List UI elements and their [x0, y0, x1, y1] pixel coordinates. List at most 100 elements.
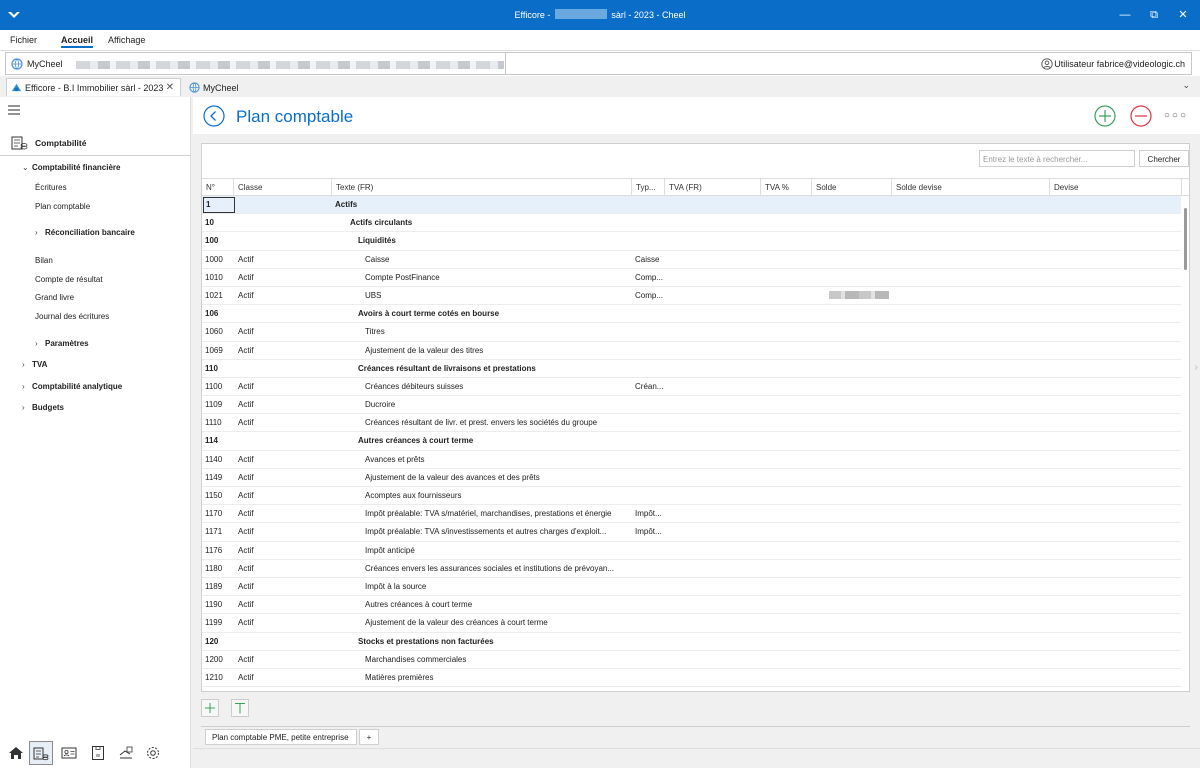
account-number: 1110	[205, 418, 222, 428]
menu-fichier[interactable]: Fichier	[10, 35, 37, 45]
sidebar-section-comptabilite[interactable]: Comptabilité	[10, 133, 86, 153]
table-row[interactable]: 1100 Actif Créances débiteurs suisses Créan…	[202, 378, 1181, 397]
group-row[interactable]: 106 Avoirs à court terme cotés en bourse	[202, 305, 1181, 324]
vertical-scrollbar[interactable]	[1184, 208, 1187, 270]
column-header[interactable]: N°	[202, 179, 234, 196]
table-row[interactable]: 1176 Actif Impôt anticipé	[202, 542, 1181, 560]
column-header[interactable]: Solde devise	[892, 179, 1050, 196]
add-account-icon[interactable]	[1094, 105, 1116, 127]
table-row[interactable]: 1010 Actif Compte PostFinance Comp...	[202, 269, 1181, 287]
chevron-right-icon: ›	[35, 339, 38, 348]
sidebar-item[interactable]: › TVA	[22, 360, 47, 369]
close-icon[interactable]: ✕	[1168, 6, 1198, 24]
document-icon[interactable]	[86, 741, 110, 765]
sidebar-item[interactable]: Grand livre	[35, 293, 74, 302]
table-row[interactable]: 1189 Actif Impôt à la source	[202, 578, 1181, 597]
assets-icon[interactable]	[114, 741, 138, 765]
table-row[interactable]: 1021 Actif UBS Comp...	[202, 287, 1181, 306]
home-icon[interactable]	[4, 741, 28, 765]
add-sheet-button[interactable]: +	[359, 729, 379, 745]
group-row[interactable]: 120 Stocks et prestations non facturées	[202, 633, 1181, 651]
sidebar-item[interactable]: Écritures	[35, 183, 67, 192]
table-row[interactable]: 1190 Actif Autres créances à court terme	[202, 596, 1181, 615]
column-header[interactable]: TVA (FR)	[665, 179, 761, 196]
sidebar-item-label: Bilan	[35, 256, 53, 265]
account-type: Comp...	[635, 290, 664, 300]
group-row[interactable]: 1 Actifs	[202, 196, 1181, 215]
table-row[interactable]: 1180 Actif Créances envers les assurances …	[202, 560, 1181, 578]
tab-efficore[interactable]: Efficore - B.I Immobilier sàrl - 2023 ✕	[6, 78, 181, 96]
account-text: Liquidités	[358, 236, 396, 246]
table-row[interactable]: 1109 Actif Ducroire	[202, 396, 1181, 415]
column-header[interactable]: TVA %	[761, 179, 812, 196]
sidebar-item[interactable]: › Réconciliation bancaire	[35, 228, 135, 237]
account-text: Créances résultant de livr. et prest. en…	[365, 418, 598, 428]
column-header[interactable]: Solde	[812, 179, 892, 196]
sidebar-item[interactable]: Compte de résultat	[35, 275, 103, 284]
text-format-icon[interactable]	[231, 699, 249, 717]
group-row[interactable]: 114 Autres créances à court terme	[202, 432, 1181, 451]
tab-mycheel-label: MyCheel	[203, 83, 239, 93]
table-row[interactable]: 1069 Actif Ajustement de la valeur des tit…	[202, 342, 1181, 360]
sidebar-item[interactable]: ⌄ Comptabilité financière	[22, 163, 120, 172]
tabs-dropdown-icon[interactable]: ⌄	[1182, 80, 1190, 91]
tab-efficore-label: Efficore - B.I Immobilier sàrl - 2023	[25, 83, 164, 93]
account-number: 1	[203, 197, 235, 213]
tab-mycheel[interactable]: MyCheel	[184, 78, 254, 96]
table-row[interactable]: 1150 Actif Acomptes aux fournisseurs	[202, 487, 1181, 506]
breadcrumb-root[interactable]: MyCheel	[27, 59, 63, 69]
table-row[interactable]: 1170 Actif Impôt préalable: TVA s/matériel…	[202, 505, 1181, 524]
sidebar-item[interactable]: Plan comptable	[35, 202, 90, 211]
account-text: Créances résultant de livraisons et pres…	[358, 363, 536, 373]
group-row[interactable]: 10 Actifs circulants	[202, 214, 1181, 233]
account-text: Avoirs à court terme cotés en bourse	[358, 309, 500, 319]
account-type: Comp...	[635, 272, 664, 282]
sheet-tab-plan-pme[interactable]: Plan comptable PME, petite entreprise	[205, 729, 357, 745]
search-button[interactable]: Chercher	[1139, 150, 1189, 167]
close-tab-icon[interactable]: ✕	[166, 82, 174, 93]
table-row[interactable]: 1210 Actif Matières premières	[202, 669, 1181, 688]
sidebar-item[interactable]: › Budgets	[22, 403, 64, 412]
more-options-icon[interactable]: ○○○	[1164, 110, 1188, 121]
hamburger-menu-icon[interactable]	[8, 105, 20, 115]
restore-icon[interactable]: ⧉	[1139, 6, 1169, 24]
column-header[interactable]: Typ...	[632, 179, 665, 196]
table-row[interactable]: 1200 Actif Marchandises commerciales	[202, 651, 1181, 669]
group-row[interactable]: 110 Créances résultant de livraisons et p…	[202, 360, 1181, 378]
account-number: 1100	[205, 381, 223, 391]
settings-icon[interactable]	[141, 741, 165, 765]
account-text: Titres	[365, 327, 385, 337]
column-header[interactable]: Devise	[1050, 179, 1182, 196]
expand-panel-icon[interactable]: ›	[1195, 362, 1198, 373]
table-row[interactable]: 1000 Actif Caisse Caisse	[202, 251, 1181, 269]
group-row[interactable]: 100 Liquidités	[202, 232, 1181, 251]
account-text: Impôt préalable: TVA s/matériel, marchan…	[365, 509, 612, 519]
accounting-icon[interactable]	[29, 741, 53, 765]
table-row[interactable]: 1171 Actif Impôt préalable: TVA s/investis…	[202, 523, 1181, 542]
account-class: Actif	[238, 672, 254, 682]
add-row-icon[interactable]	[201, 699, 219, 717]
table-row[interactable]: 1199 Actif Ajustement de la valeur des cré…	[202, 614, 1181, 633]
chevron-right-icon: ›	[22, 382, 25, 391]
breadcrumb[interactable]: MyCheel	[5, 52, 506, 75]
back-icon[interactable]	[203, 105, 225, 127]
search-input[interactable]: Entrez le texte à rechercher...	[979, 150, 1135, 167]
column-header[interactable]: Texte (FR)	[332, 179, 632, 196]
table-row[interactable]: 1110 Actif Créances résultant de livr. et …	[202, 414, 1181, 433]
sidebar-item[interactable]: Bilan	[35, 256, 53, 265]
account-text: Ducroire	[365, 400, 396, 410]
remove-account-icon[interactable]	[1130, 105, 1152, 127]
menu-accueil[interactable]: Accueil	[61, 35, 94, 48]
menu-affichage[interactable]: Affichage	[108, 35, 145, 45]
account-number: 1210	[205, 672, 223, 682]
minimize-icon[interactable]: —	[1110, 6, 1140, 24]
table-row[interactable]: 1060 Actif Titres	[202, 323, 1181, 342]
sidebar-item[interactable]: Journal des écritures	[35, 312, 109, 321]
table-row[interactable]: 1149 Actif Ajustement de la valeur des ava…	[202, 469, 1181, 487]
user-field[interactable]: Utilisateur fabrice@videologic.ch	[506, 52, 1192, 75]
contacts-icon[interactable]	[57, 741, 81, 765]
table-row[interactable]: 1140 Actif Avances et prêts	[202, 451, 1181, 469]
sidebar-item[interactable]: › Paramètres	[35, 339, 89, 348]
sidebar-item[interactable]: › Comptabilité analytique	[22, 382, 122, 391]
column-header[interactable]: Classe	[234, 179, 332, 196]
